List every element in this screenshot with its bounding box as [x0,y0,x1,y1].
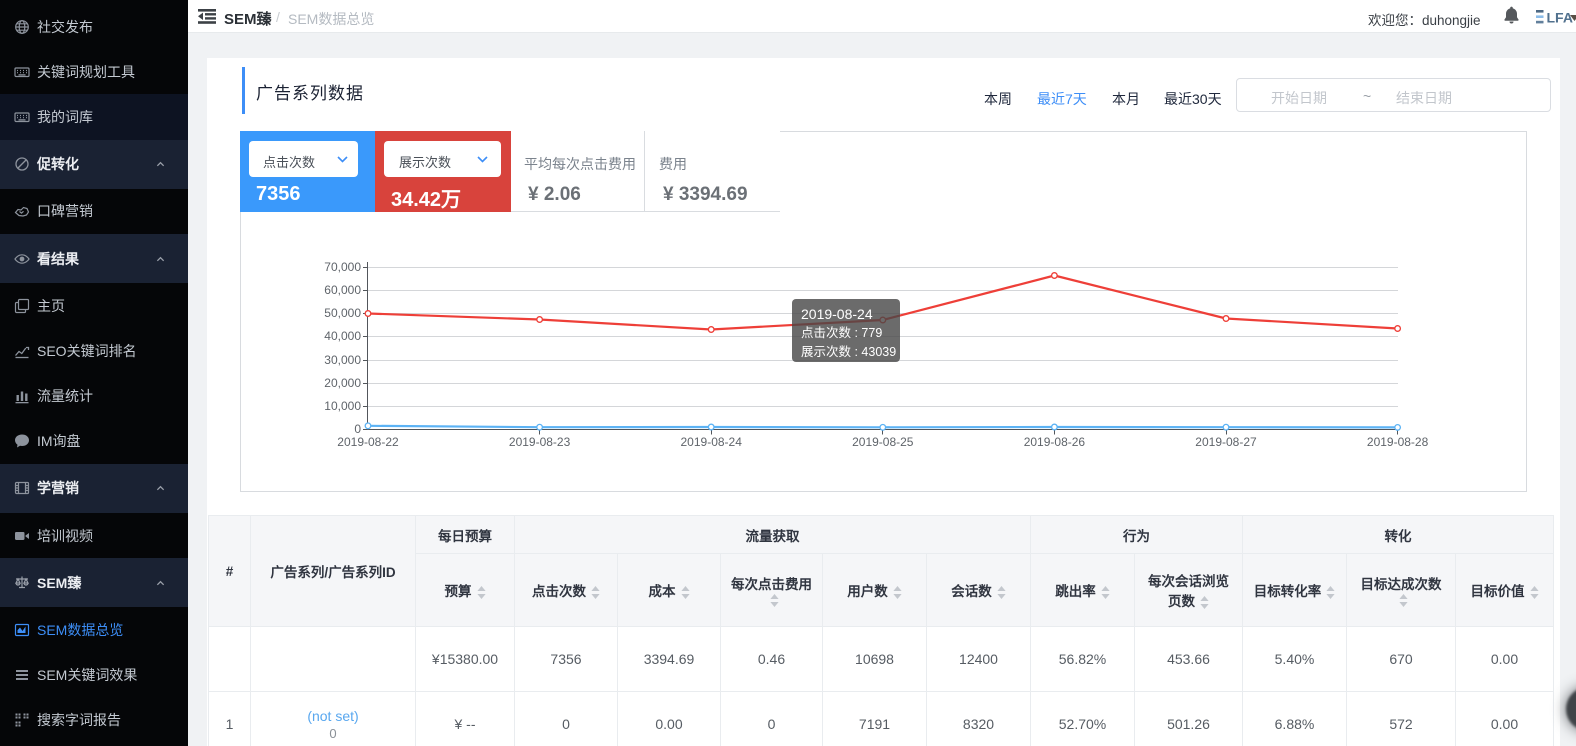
svg-text:2019-08-22: 2019-08-22 [337,435,399,449]
svg-text:2019-08-27: 2019-08-27 [1195,435,1257,449]
svg-text:30,000: 30,000 [324,353,361,367]
svg-text:60,000: 60,000 [324,283,361,297]
svg-text:10,000: 10,000 [324,399,361,413]
svg-text:40,000: 40,000 [324,329,361,343]
svg-text:2019-08-24: 2019-08-24 [681,435,743,449]
svg-text:LFA: LFA [1547,10,1573,26]
svg-text:2019-08-28: 2019-08-28 [1367,435,1429,449]
svg-text:2019-08-25: 2019-08-25 [852,435,914,449]
svg-text:2019-08-23: 2019-08-23 [509,435,571,449]
svg-text:20,000: 20,000 [324,376,361,390]
svg-text:70,000: 70,000 [324,260,361,274]
svg-text:2019-08-26: 2019-08-26 [1024,435,1086,449]
svg-text:0: 0 [354,422,361,436]
svg-text:50,000: 50,000 [324,306,361,320]
